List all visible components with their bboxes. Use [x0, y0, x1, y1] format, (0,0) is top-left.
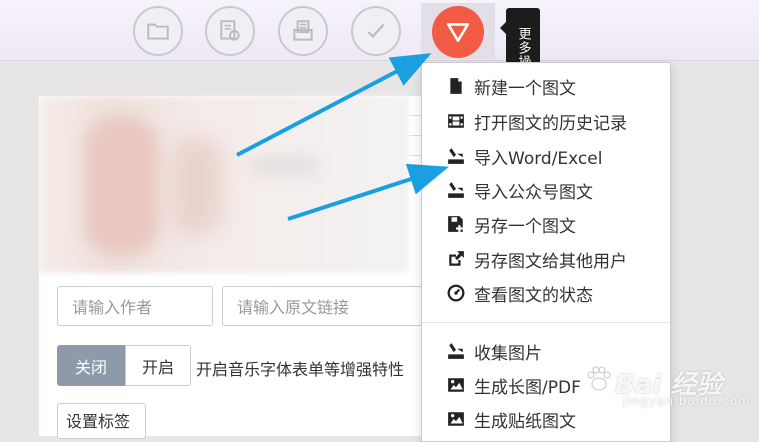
- menu-item-label: 导入公众号图文: [474, 182, 593, 203]
- more-actions-button[interactable]: [432, 6, 484, 58]
- enhanced-features-label: 开启音乐字体表单等增强特性: [196, 360, 405, 379]
- menu-item-label: 生成贴纸图文: [474, 411, 576, 432]
- toggle-off-button[interactable]: 关闭: [57, 345, 125, 386]
- menu-item-view-status[interactable]: 查看图文的状态: [446, 278, 593, 308]
- preview-icon: [220, 20, 240, 41]
- menu-item-long-image-pdf[interactable]: 生成长图/PDF: [446, 370, 581, 400]
- image-icon: [446, 409, 466, 429]
- toggle-on-button[interactable]: 开启: [125, 345, 191, 386]
- import-icon: [446, 180, 466, 200]
- menu-item-sticker[interactable]: 生成贴纸图文: [446, 404, 576, 434]
- preview-button[interactable]: [205, 6, 255, 56]
- source-url-input[interactable]: 请输入原文链接: [222, 286, 422, 326]
- watermark: Bai 经验 jingyan.baidu.com: [583, 360, 753, 420]
- menu-item-label: 收集图片: [474, 343, 542, 364]
- menu-item-collect-images[interactable]: 收集图片: [446, 336, 542, 366]
- menu-item-label: 查看图文的状态: [474, 285, 593, 306]
- import-icon: [446, 146, 466, 166]
- menu-item-history[interactable]: 打开图文的历史记录: [446, 106, 627, 136]
- open-folder-button[interactable]: [133, 6, 183, 56]
- author-input[interactable]: 请输入作者: [57, 286, 213, 326]
- import-icon: [446, 341, 466, 361]
- save-icon: [446, 214, 466, 234]
- folder-icon: [147, 23, 169, 40]
- dashboard-icon: [446, 283, 466, 303]
- check-icon: [367, 23, 385, 38]
- print-button[interactable]: [278, 6, 328, 56]
- film-icon: [446, 111, 466, 131]
- menu-divider: [422, 322, 670, 323]
- menu-item-label: 导入Word/Excel: [474, 148, 603, 169]
- watermark-url: jingyan.baidu.com: [623, 394, 751, 408]
- menu-item-import-wechat[interactable]: 导入公众号图文: [446, 175, 593, 205]
- file-icon: [446, 76, 466, 96]
- author-placeholder: 请输入作者: [72, 298, 153, 317]
- menu-item-import-word[interactable]: 导入Word/Excel: [446, 141, 602, 171]
- menu-item-label: 生成长图/PDF: [474, 377, 581, 398]
- menu-item-save-to-user[interactable]: 另存图文给其他用户: [446, 244, 627, 274]
- image-icon: [446, 375, 466, 395]
- menu-item-new-article[interactable]: 新建一个图文: [446, 71, 576, 101]
- menu-item-label: 另存一个图文: [474, 216, 576, 237]
- triangle-down-icon: [446, 23, 470, 42]
- print-icon: [293, 20, 313, 41]
- toolbar: [0, 0, 759, 61]
- menu-item-label: 打开图文的历史记录: [474, 113, 627, 134]
- source-url-placeholder: 请输入原文链接: [237, 298, 350, 317]
- share-icon: [446, 249, 466, 269]
- menu-item-label: 新建一个图文: [474, 78, 576, 99]
- set-tags-button[interactable]: 设置标签: [57, 403, 146, 439]
- paw-logo-icon: [587, 366, 611, 391]
- menu-item-label: 另存图文给其他用户: [474, 251, 627, 272]
- menu-item-save-copy[interactable]: 另存一个图文: [446, 209, 576, 239]
- cover-image[interactable]: [39, 96, 409, 273]
- check-button[interactable]: [351, 6, 401, 56]
